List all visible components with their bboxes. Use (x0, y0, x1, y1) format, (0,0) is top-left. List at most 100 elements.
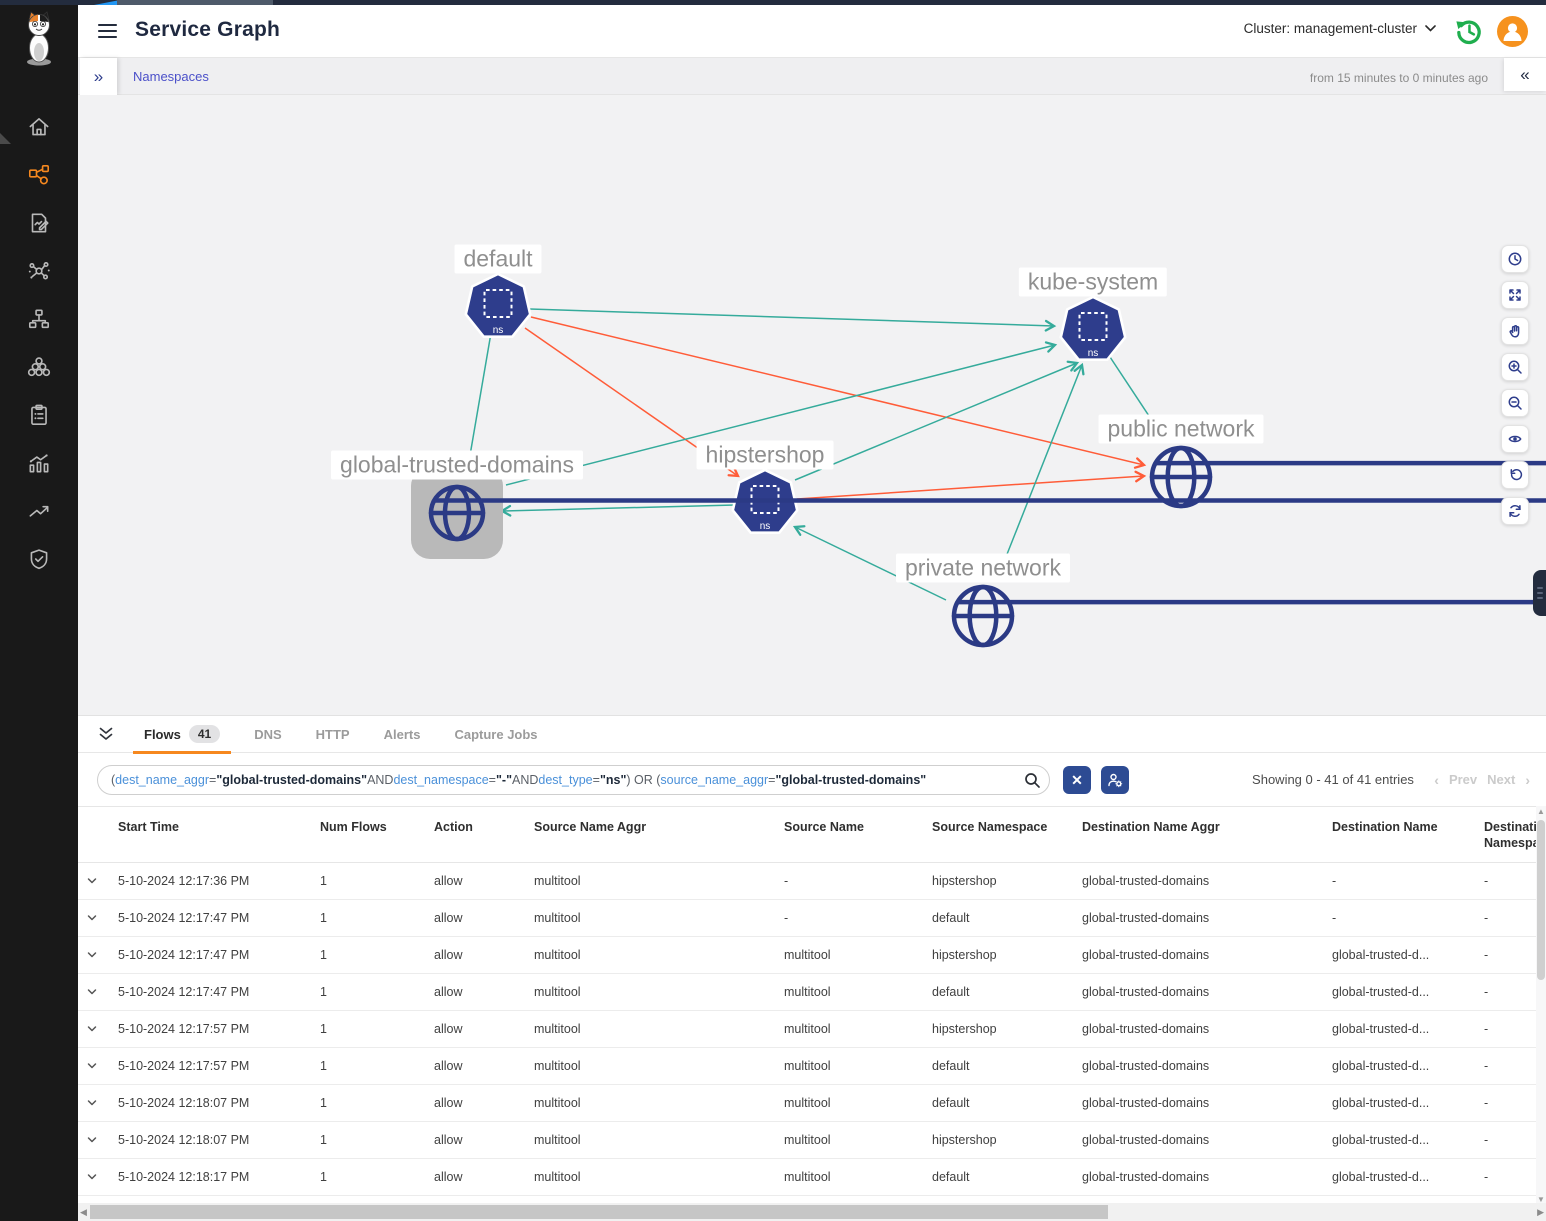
collapse-panel-icon[interactable] (97, 725, 115, 743)
sidebar-item-service-graph-icon[interactable] (0, 151, 78, 199)
user-settings-button[interactable] (1101, 766, 1129, 794)
right-panel-handle[interactable] (1533, 570, 1546, 616)
graph-node-label-global-trusted-domains[interactable]: global-trusted-domains (331, 451, 583, 480)
table-cell: - (1484, 1022, 1536, 1036)
column-header-5[interactable]: Source Namespace (932, 807, 1082, 835)
hscroll-thumb[interactable] (90, 1205, 1108, 1219)
row-expand-chevron-icon[interactable] (78, 1171, 118, 1183)
next-button[interactable]: Next (1487, 772, 1515, 788)
sidebar-item-compliance-icon[interactable] (0, 391, 78, 439)
table-cell: - (1484, 911, 1536, 925)
search-icon[interactable] (1024, 772, 1041, 789)
graph-node-label-public-network[interactable]: public network (1098, 415, 1263, 444)
table-cell: hipstershop (932, 948, 1082, 962)
breadcrumb-namespaces[interactable]: Namespaces (133, 69, 209, 84)
graph-node-public-network[interactable] (1152, 448, 1546, 715)
tab-dns[interactable]: DNS (237, 716, 298, 752)
table-row[interactable]: 5-10-2024 12:17:47 PM1allowmultitoolmult… (78, 974, 1536, 1011)
scroll-left-arrow[interactable]: ◀ (80, 1207, 87, 1218)
table-cell: allow (434, 911, 534, 925)
zoom-out-button[interactable] (1501, 389, 1529, 417)
table-cell: allow (434, 985, 534, 999)
graph-node-label-hipstershop[interactable]: hipstershop (697, 441, 834, 470)
row-expand-chevron-icon[interactable] (78, 1023, 118, 1035)
next-chevron-icon[interactable]: › (1525, 772, 1530, 788)
prev-chevron-icon[interactable]: ‹ (1434, 772, 1439, 788)
sidebar-item-endpoints-icon[interactable] (0, 295, 78, 343)
refresh-button[interactable] (1501, 497, 1529, 525)
row-expand-chevron-icon[interactable] (78, 912, 118, 924)
graph-node-label-default[interactable]: default (454, 245, 541, 274)
cluster-selector[interactable]: Cluster: management-cluster (1244, 21, 1436, 36)
user-avatar-icon[interactable] (1497, 16, 1528, 47)
nodes-icon (26, 258, 52, 284)
scroll-right-arrow[interactable]: ▶ (1537, 1207, 1544, 1218)
panel-collapse-button[interactable]: « (1504, 58, 1546, 91)
graph-node-private-network[interactable] (954, 587, 1546, 715)
sidebar-item-threat-defense-icon[interactable] (0, 535, 78, 583)
sidebar-item-workloads-icon[interactable] (0, 343, 78, 391)
table-row[interactable]: 5-10-2024 12:18:07 PM1allowmultitoolmult… (78, 1122, 1536, 1159)
sidebar-item-nodes-icon[interactable] (0, 247, 78, 295)
eye-button[interactable] (1501, 425, 1529, 453)
cluster-selector-label: Cluster: management-cluster (1244, 21, 1417, 36)
row-expand-chevron-icon[interactable] (78, 949, 118, 961)
column-header-3[interactable]: Source Name Aggr (534, 807, 784, 835)
table-row[interactable]: 5-10-2024 12:17:57 PM1allowmultitoolmult… (78, 1048, 1536, 1085)
table-row[interactable]: 5-10-2024 12:18:17 PM1allowmultitoolmult… (78, 1159, 1536, 1196)
table-cell: - (784, 874, 932, 888)
table-horizontal-scrollbar[interactable]: ◀ ▶ (78, 1203, 1546, 1221)
row-expand-chevron-icon[interactable] (78, 875, 118, 887)
tab-flows[interactable]: Flows41 (127, 716, 237, 752)
sidebar-item-trends-icon[interactable] (0, 487, 78, 535)
table-row[interactable]: 5-10-2024 12:17:47 PM1allowmultitoolmult… (78, 937, 1536, 974)
row-expand-chevron-icon[interactable] (78, 1097, 118, 1109)
tab-alerts[interactable]: Alerts (367, 716, 438, 752)
table-cell: allow (434, 1170, 534, 1184)
policies-icon (26, 210, 52, 236)
graph-node-default[interactable]: ns (466, 274, 530, 337)
service-graph-canvas[interactable]: nsnsns (78, 95, 1546, 715)
clear-filter-button[interactable]: ✕ (1063, 766, 1091, 794)
column-header-1[interactable]: Num Flows (320, 807, 434, 835)
clock-button[interactable] (1501, 245, 1529, 273)
panel-expand-button[interactable]: » (80, 58, 117, 95)
column-header-4[interactable]: Source Name (784, 807, 932, 835)
column-header-2[interactable]: Action (434, 807, 534, 835)
table-cell: 1 (320, 1022, 434, 1036)
row-expand-chevron-icon[interactable] (78, 986, 118, 998)
table-cell: - (784, 911, 932, 925)
sidebar-item-dashboard-icon[interactable] (0, 439, 78, 487)
table-cell: - (1484, 874, 1536, 888)
sidebar-item-policies-icon[interactable] (0, 199, 78, 247)
row-expand-chevron-icon[interactable] (78, 1134, 118, 1146)
flow-filter-input[interactable]: (dest_name_aggr = "global-trusted-domain… (97, 765, 1050, 795)
service-graph-area[interactable]: nsnsns defaultkube-systemhipstershopglob… (78, 95, 1546, 715)
table-vertical-scrollbar[interactable]: ▲ ▼ (1536, 806, 1546, 1204)
column-header-0[interactable]: Start Time (118, 807, 320, 835)
row-expand-chevron-icon[interactable] (78, 1060, 118, 1072)
column-header-7[interactable]: Destination Name (1332, 807, 1484, 835)
expand-button[interactable] (1501, 281, 1529, 309)
history-icon[interactable] (1453, 16, 1484, 47)
table-row[interactable]: 5-10-2024 12:17:47 PM1allowmultitool-def… (78, 900, 1536, 937)
graph-node-label-kube-system[interactable]: kube-system (1019, 268, 1167, 297)
undo-button[interactable] (1501, 461, 1529, 489)
table-cell: global-trusted-d... (1332, 1096, 1484, 1110)
scroll-up-arrow[interactable]: ▲ (1536, 806, 1546, 816)
graph-node-kube-system[interactable]: ns (1061, 297, 1125, 360)
prev-button[interactable]: Prev (1449, 772, 1477, 788)
column-header-8[interactable]: Destination Namespace (1484, 807, 1536, 852)
tab-http[interactable]: HTTP (299, 716, 367, 752)
graph-node-label-private-network[interactable]: private network (896, 554, 1070, 583)
hamburger-menu-icon[interactable] (95, 19, 120, 43)
table-row[interactable]: 5-10-2024 12:18:07 PM1allowmultitoolmult… (78, 1085, 1536, 1122)
pan-hand-button[interactable] (1501, 317, 1529, 345)
sidebar-item-home-icon[interactable] (0, 103, 78, 151)
table-row[interactable]: 5-10-2024 12:17:57 PM1allowmultitoolmult… (78, 1011, 1536, 1048)
vscroll-thumb[interactable] (1537, 820, 1545, 980)
column-header-6[interactable]: Destination Name Aggr (1082, 807, 1332, 835)
tab-capture-jobs[interactable]: Capture Jobs (437, 716, 554, 752)
table-row[interactable]: 5-10-2024 12:17:36 PM1allowmultitool-hip… (78, 863, 1536, 900)
zoom-in-button[interactable] (1501, 353, 1529, 381)
